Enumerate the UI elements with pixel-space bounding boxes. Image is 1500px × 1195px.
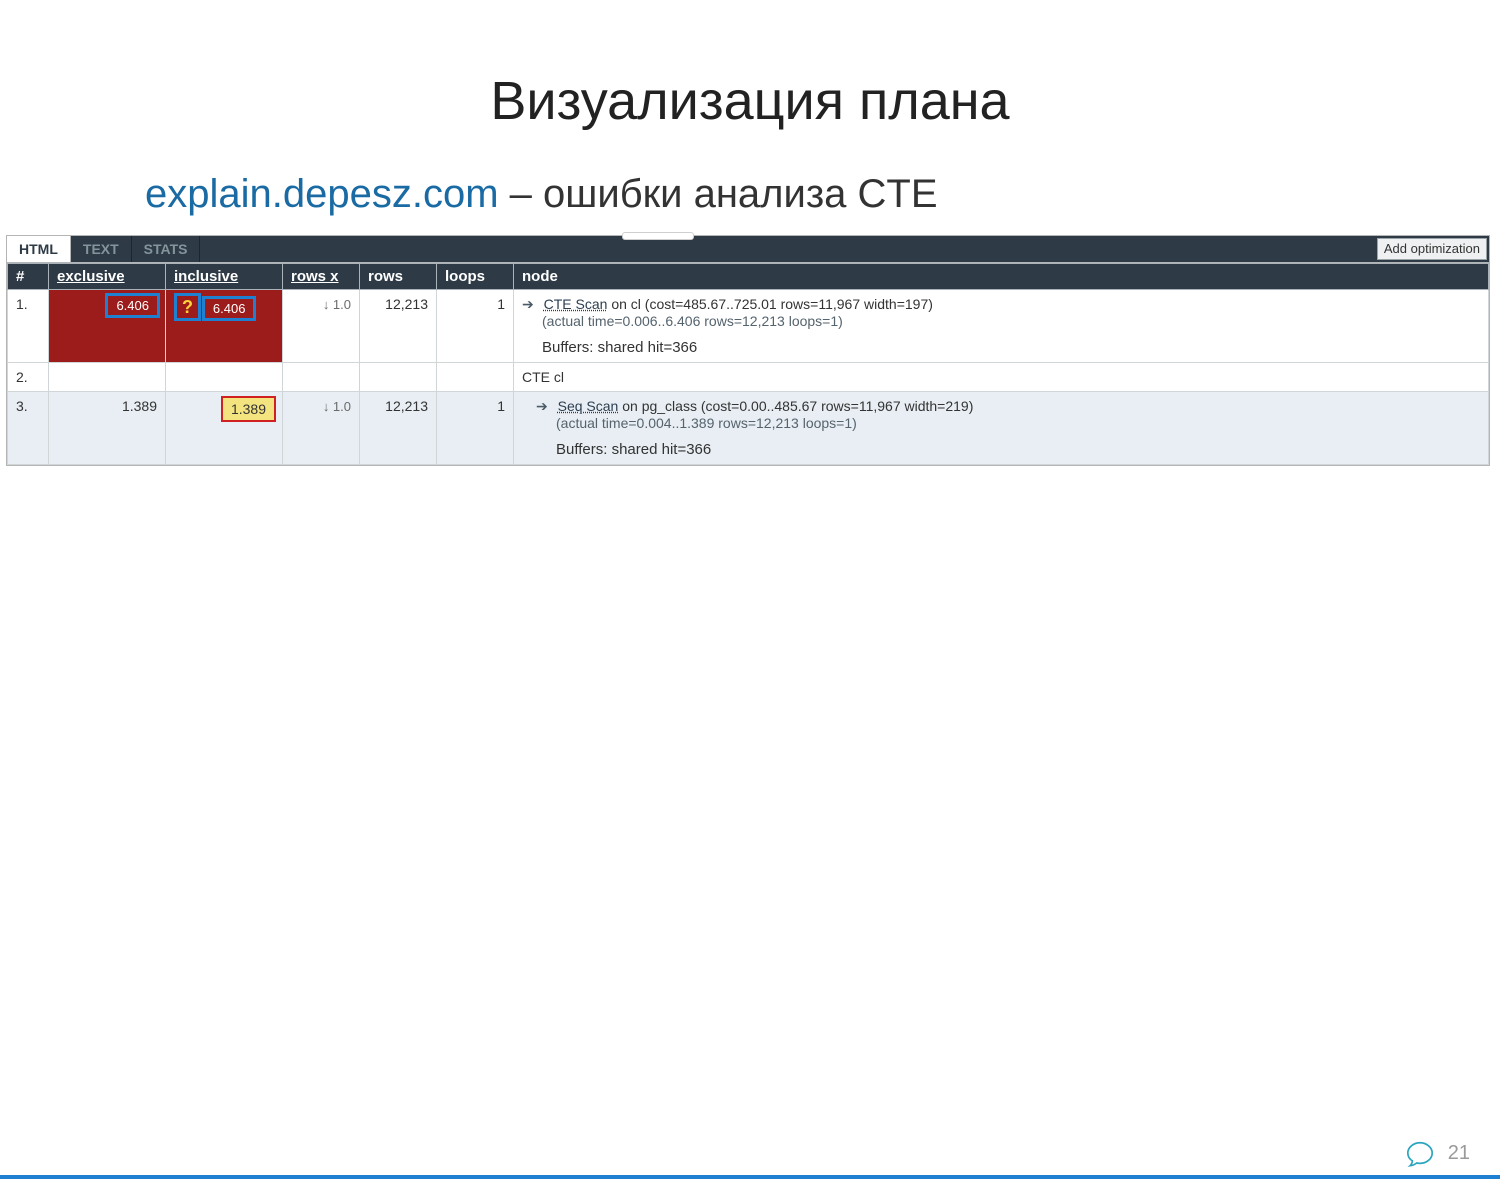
subtitle-link: explain.depesz.com: [145, 172, 499, 216]
exclusive-cell: 1.389: [49, 392, 166, 465]
node-buffers: Buffers: shared hit=366: [542, 339, 1480, 356]
node-buffers: Buffers: shared hit=366: [556, 441, 1480, 458]
col-idx[interactable]: #: [8, 264, 49, 290]
table-row: 1. 6.406 ? 6.406 ↓ 1.0 12,213 1 CTE Scan…: [8, 290, 1489, 363]
table-row: 3. 1.389 1.389 ↓ 1.0 12,213 1 Seq Scan o…: [8, 392, 1489, 465]
inclusive-cell: 1.389: [166, 392, 283, 465]
tab-html[interactable]: HTML: [7, 236, 71, 262]
exclusive-cell: [49, 363, 166, 392]
exclusive-badge: 6.406: [108, 296, 157, 315]
col-node[interactable]: node: [514, 264, 1489, 290]
row-index: 2.: [8, 363, 49, 392]
node-scan-link[interactable]: CTE Scan: [544, 296, 608, 312]
plan-header-row: # exclusive inclusive rows x rows loops …: [8, 264, 1489, 290]
node-scan-rest: on cl (cost=485.67..725.01 rows=11,967 w…: [607, 296, 932, 312]
plan-visualization: HTML TEXT STATS Add optimization # exclu…: [6, 235, 1490, 466]
rowsx-cell: ↓ 1.0: [283, 392, 360, 465]
table-row: 2. CTE cl: [8, 363, 1489, 392]
loops-cell: 1: [437, 290, 514, 363]
subtitle: explain.depesz.com – ошибки анализа CTE: [145, 172, 1500, 217]
node-cell: CTE cl: [514, 363, 1489, 392]
node-cell: Seq Scan on pg_class (cost=0.00..485.67 …: [514, 392, 1489, 465]
rows-cell: [360, 363, 437, 392]
col-inclusive[interactable]: inclusive: [166, 264, 283, 290]
rows-cell: 12,213: [360, 290, 437, 363]
page-number: 21: [1448, 1142, 1470, 1165]
footer-divider: [0, 1175, 1500, 1179]
node-cell: CTE Scan on cl (cost=485.67..725.01 rows…: [514, 290, 1489, 363]
col-rows[interactable]: rows: [360, 264, 437, 290]
tab-stats[interactable]: STATS: [132, 236, 201, 262]
node-scan-rest: on pg_class (cost=0.00..485.67 rows=11,9…: [618, 398, 973, 414]
row-index: 1.: [8, 290, 49, 363]
node-actual: (actual time=0.004..1.389 rows=12,213 lo…: [556, 415, 1480, 431]
inclusive-badge: 1.389: [223, 398, 274, 420]
slide-title: Визуализация плана: [0, 70, 1500, 132]
col-loops[interactable]: loops: [437, 264, 514, 290]
inclusive-cell: [166, 363, 283, 392]
speech-bubble-icon: [1405, 1139, 1435, 1169]
exclusive-cell: 6.406: [49, 290, 166, 363]
inclusive-badge: 6.406: [205, 299, 254, 318]
subtitle-rest: – ошибки анализа CTE: [499, 172, 938, 216]
drag-handle-icon: [622, 232, 694, 240]
tab-bar: HTML TEXT STATS Add optimization: [7, 236, 1489, 263]
rows-cell: 12,213: [360, 392, 437, 465]
rowsx-cell: ↓ 1.0: [283, 290, 360, 363]
loops-cell: [437, 363, 514, 392]
tab-text[interactable]: TEXT: [71, 236, 132, 262]
node-actual: (actual time=0.006..6.406 rows=12,213 lo…: [542, 313, 1480, 329]
tab-spacer: [200, 236, 1374, 262]
rowsx-cell: [283, 363, 360, 392]
row-index: 3.: [8, 392, 49, 465]
question-icon: ?: [177, 296, 198, 318]
add-optimization-button[interactable]: Add optimization: [1377, 238, 1487, 260]
node-scan-link[interactable]: Seq Scan: [558, 398, 619, 414]
col-rowsx[interactable]: rows x: [283, 264, 360, 290]
plan-table: # exclusive inclusive rows x rows loops …: [7, 263, 1489, 465]
expand-arrow-icon[interactable]: [536, 398, 554, 414]
expand-arrow-icon[interactable]: [522, 296, 540, 312]
loops-cell: 1: [437, 392, 514, 465]
inclusive-cell: ? 6.406: [166, 290, 283, 363]
col-exclusive[interactable]: exclusive: [49, 264, 166, 290]
